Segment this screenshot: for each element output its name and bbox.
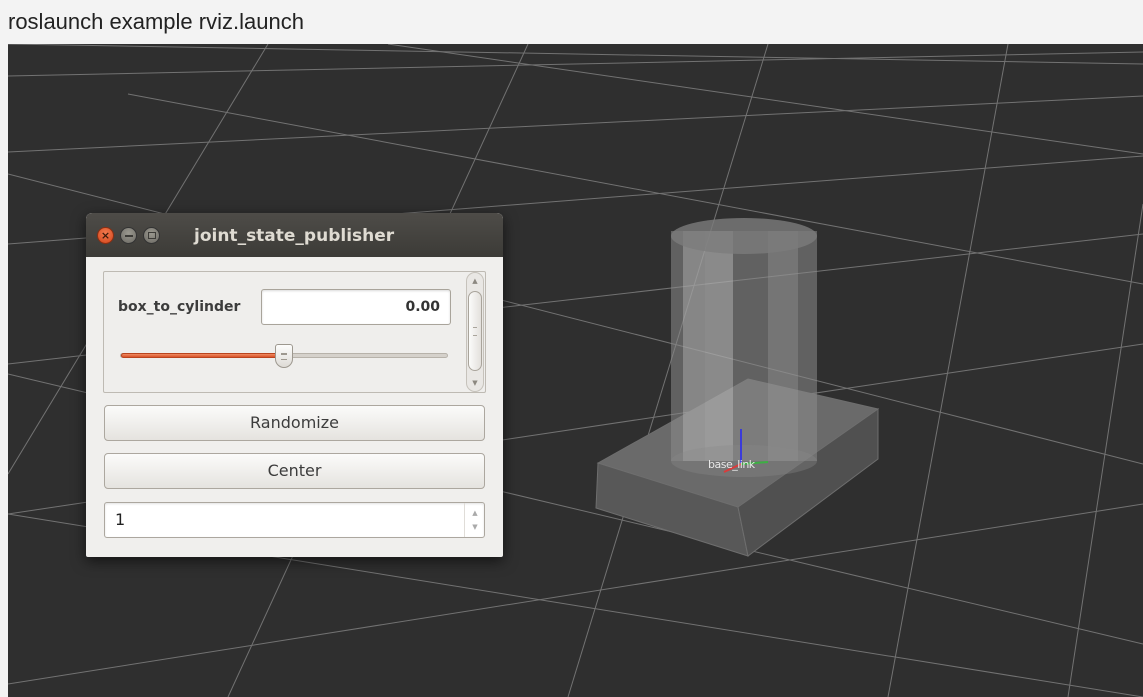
- scroll-up-icon[interactable]: ▲: [467, 277, 483, 285]
- maximize-icon[interactable]: [143, 227, 160, 244]
- joint-list-panel: box_to_cylinder 0.00 ▲ ▼: [103, 271, 486, 393]
- center-button[interactable]: Center: [104, 453, 485, 489]
- scroll-down-icon[interactable]: ▼: [467, 379, 483, 387]
- cylinder-link: [671, 218, 817, 477]
- minimize-icon[interactable]: [120, 227, 137, 244]
- close-icon[interactable]: ×: [97, 227, 114, 244]
- randomize-button[interactable]: Randomize: [104, 405, 485, 441]
- scrollbar-thumb[interactable]: [468, 291, 482, 371]
- tf-frame-label: base_link: [708, 458, 755, 471]
- joint-name-label: box_to_cylinder: [118, 299, 241, 315]
- joint-state-publisher-window[interactable]: × joint_state_publisher box_to_cylinder …: [86, 213, 503, 557]
- joint-slider-handle[interactable]: [275, 344, 293, 368]
- window-titlebar[interactable]: × joint_state_publisher: [86, 213, 503, 257]
- joint-value-field[interactable]: 0.00: [261, 289, 451, 325]
- window-title: joint_state_publisher: [194, 226, 395, 246]
- joint-slider-fill: [121, 353, 285, 358]
- spinbox-value[interactable]: 1: [115, 503, 125, 537]
- spinbox-arrows[interactable]: ▲ ▼: [464, 503, 484, 537]
- spinbox[interactable]: 1 ▲ ▼: [104, 502, 485, 538]
- page-caption: roslaunch example rviz.launch: [0, 0, 1143, 44]
- spin-down-icon[interactable]: ▼: [465, 523, 485, 531]
- joint-list-scrollbar[interactable]: ▲ ▼: [466, 272, 484, 392]
- spin-up-icon[interactable]: ▲: [465, 509, 485, 517]
